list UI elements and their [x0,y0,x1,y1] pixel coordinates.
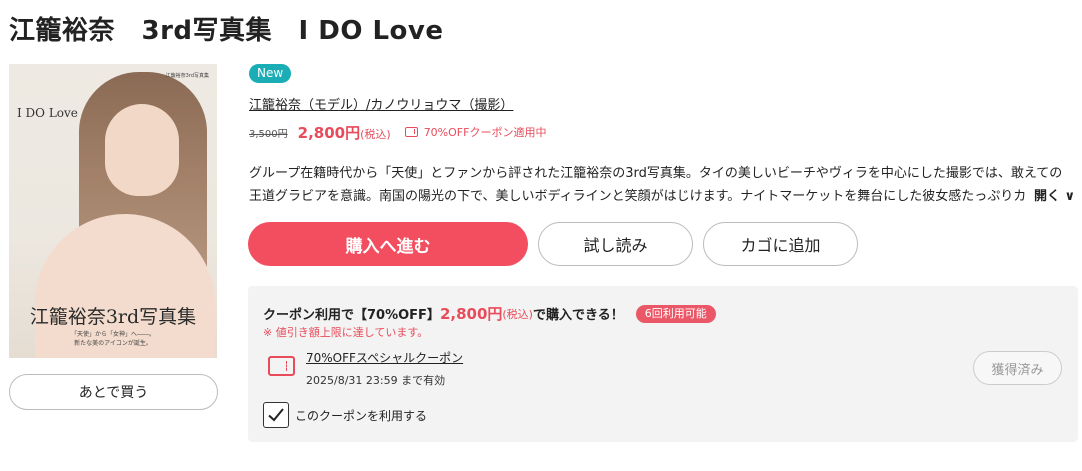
coupon-acquired-button[interactable]: 獲得済み [973,351,1062,385]
coupon-headline-tax: (税込) [502,307,533,321]
cover-image[interactable]: 江籠裕奈3rd写真集 I DO Love 江籠裕奈3rd写真集 「天使」から「女… [9,64,217,358]
add-to-cart-button[interactable]: カゴに追加 [703,222,858,266]
buy-later-button[interactable]: あとで買う [9,374,218,410]
sale-price: 2,800円(税込) [298,122,391,143]
sale-price-value: 2,800円 [297,123,361,142]
coupon-panel: クーポン利用で【70%OFF】 2,800円 (税込) で購入できる！ 6回利用… [248,286,1078,442]
coupon-headline-suffix: で購入できる！ [532,308,624,323]
cover-name-text: 江籠裕奈3rd写真集 [29,306,197,328]
checkmark-icon [268,408,284,422]
buy-button[interactable]: 購入へ進む [248,222,528,266]
original-price: 3,500円 [249,128,288,140]
new-badge: New [249,64,292,83]
description-expand-button[interactable]: 開く ∨ [1028,185,1076,208]
coupon-headline-prefix: クーポン利用で【70%OFF】 [263,308,440,323]
use-coupon-row[interactable]: このクーポンを利用する [263,402,427,428]
price-row: 3,500円 2,800円(税込) 70%OFFクーポン適用中 [249,122,546,142]
coupon-applied-text: 70%OFFクーポン適用中 [423,126,547,139]
page-title: 江籠裕奈 3rd写真集 I DO Love [9,16,444,46]
coupon-validity: 2025/8/31 23:59 まで有効 [306,374,446,387]
coupon-limit-note: ※ 値引き額上限に達しています。 [263,326,429,339]
authors-link[interactable]: 江籠裕奈（モデル）/カノウリョウマ（撮影） [249,94,513,113]
use-coupon-label: このクーポンを利用する [295,408,428,423]
coupon-ticket-icon [404,127,418,137]
coupon-headline-price: 2,800円 [439,305,503,323]
product-description: グループ在籍時代から「天使」とファンから評された江籠裕奈の3rd写真集。タイの美… [249,166,1066,204]
use-coupon-checkbox[interactable] [263,402,289,428]
cover-logo-text: I DO Love [17,106,78,120]
coupon-uses-badge: 6回利用可能 [635,304,716,323]
cover-tagline-2: 新たな美のアイコンが誕生。 [74,340,152,347]
cover-model-face [105,104,179,196]
trial-read-button[interactable]: 試し読み [538,222,693,266]
coupon-headline: クーポン利用で【70%OFF】 2,800円 (税込) で購入できる！ 6回利用… [263,303,716,324]
cover-tagline: 「天使」から「女神」へ――。 新たな美のアイコンが誕生。 [9,330,217,348]
cover-publisher-text: 江籠裕奈3rd写真集 [165,73,209,79]
coupon-applied-label: 70%OFFクーポン適用中 [404,124,547,140]
sale-price-tax: (税込) [360,127,391,141]
coupon-name-link[interactable]: 70%OFFスペシャルクーポン [306,349,463,366]
coupon-ticket-icon [268,356,295,376]
cover-tagline-1: 「天使」から「女神」へ――。 [70,331,155,338]
